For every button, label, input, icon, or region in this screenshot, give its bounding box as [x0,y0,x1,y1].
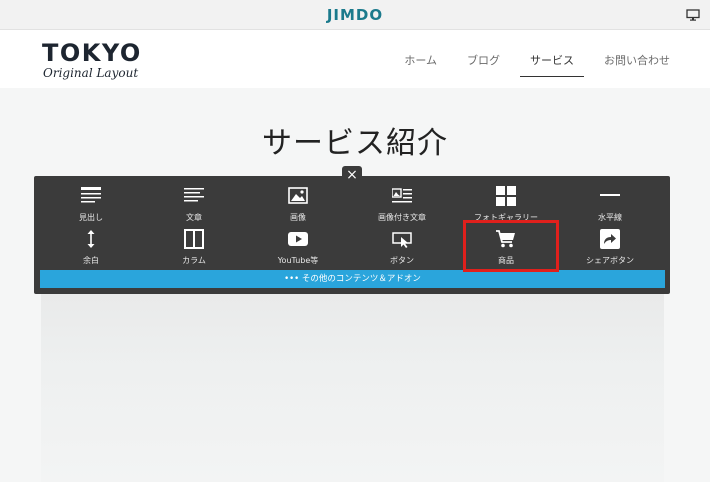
page-title[interactable]: サービス紹介 [0,118,710,162]
tool-label: 余白 [83,256,99,265]
youtube-icon [288,232,308,246]
text-icon [184,188,204,202]
jimdo-logo: JIMDO [326,6,384,24]
horizontal-line-icon [600,194,620,196]
tool-spacer[interactable]: 余白 [36,229,146,271]
tool-heading[interactable]: 見出し [36,186,146,228]
tool-text[interactable]: 文章 [139,186,249,228]
tool-label: カラム [182,256,206,265]
image-icon [288,187,308,204]
close-panel-button[interactable]: × [342,166,362,184]
tool-label: 文章 [186,213,202,222]
site-header: TOKYO Original Layout ホーム ブログ サービス お問い合わ… [0,30,710,88]
heading-icon [81,187,101,203]
site-logo[interactable]: TOKYO [42,39,142,67]
button-icon [392,232,412,248]
tool-horizontal-line[interactable]: 水平線 [555,186,665,228]
nav-item-home[interactable]: ホーム [394,48,447,77]
tool-label: YouTube等 [277,256,319,265]
tool-share[interactable]: シェアボタン [555,229,665,271]
tool-label: シェアボタン [586,256,634,265]
share-icon [600,229,620,249]
nav-item-service[interactable]: サービス [520,48,584,77]
tool-column[interactable]: カラム [139,229,249,271]
spacer-icon [87,230,95,248]
tool-image[interactable]: 画像 [243,186,353,228]
content-area [41,294,664,482]
tool-label: 画像付き文章 [378,213,426,222]
monitor-icon[interactable] [686,9,700,21]
more-contents-button[interactable]: ••• その他のコンテンツ＆アドオン [40,270,665,288]
tool-label: ボタン [390,256,414,265]
tool-label: 水平線 [598,213,622,222]
nav-item-contact[interactable]: お問い合わせ [594,48,680,77]
tool-label: 画像 [290,213,306,222]
column-icon [184,229,204,249]
image-text-icon [392,188,412,203]
nav-item-blog[interactable]: ブログ [457,48,510,77]
tool-label: 見出し [79,213,103,222]
highlight-box [463,220,559,272]
site-logo-subtitle: Original Layout [43,66,139,80]
main-nav: ホーム ブログ サービス お問い合わせ [384,48,680,77]
tool-youtube[interactable]: YouTube等 [243,229,353,271]
gallery-icon [496,186,516,206]
jimdo-topbar: JIMDO [0,0,710,30]
tool-button[interactable]: ボタン [347,229,457,271]
tool-image-text[interactable]: 画像付き文章 [347,186,457,228]
